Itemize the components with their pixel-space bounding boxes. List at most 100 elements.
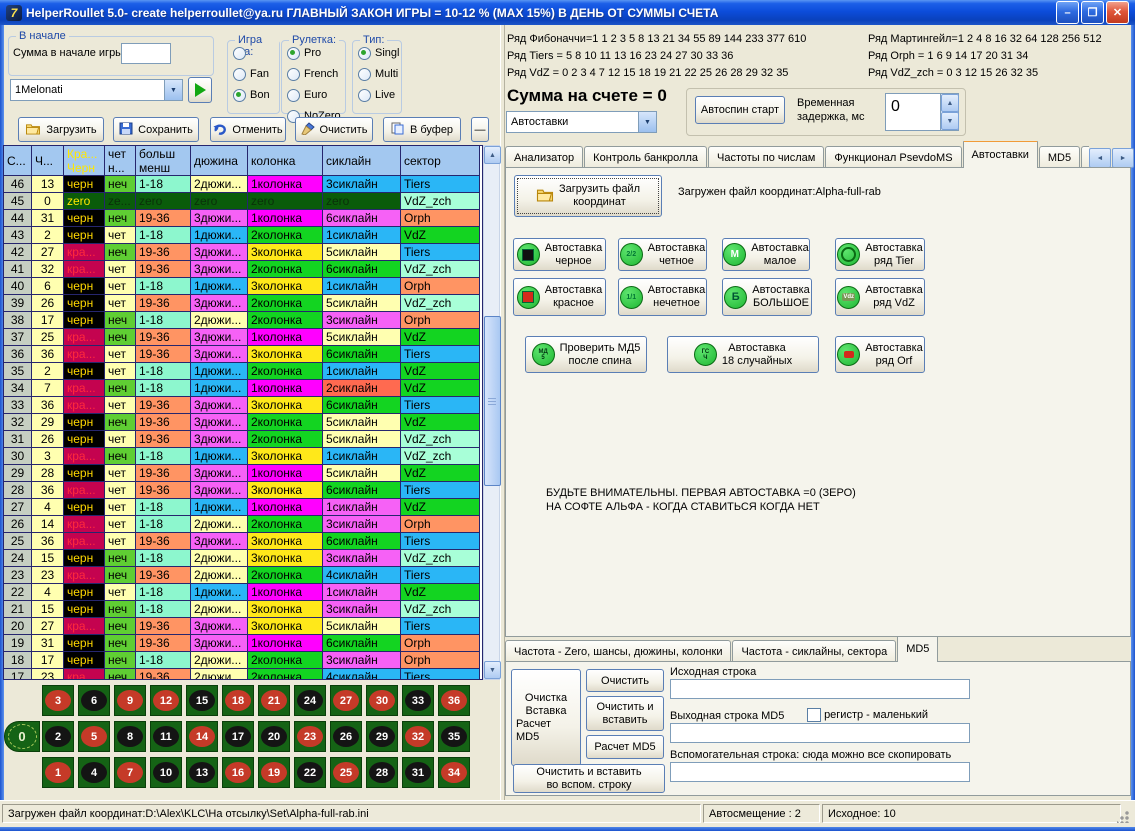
start-sum-input[interactable] [121,43,171,64]
tab-scroll-left-icon[interactable]: ◄ [1089,148,1111,168]
autobet-button-18-случайных[interactable]: ГСЧАвтоставка18 случайных [667,336,819,373]
board-cell[interactable]: 10 [150,757,182,788]
radio-option-Singl[interactable]: Singl [358,44,401,62]
table-row[interactable]: 432чернчет1-181дюжи...2колонка1сиклайнVd… [4,227,482,244]
autobet-button-БОЛЬШОЕ[interactable]: БАвтоставкаБОЛЬШОЕ [722,278,812,316]
table-row[interactable]: 3725кра...неч19-363дюжи...1колонка5сикла… [4,329,482,346]
scroll-down-icon[interactable]: ▼ [484,661,501,679]
table-row[interactable]: 2614кра...чет1-182дюжи...2колонка3сиклай… [4,516,482,533]
board-cell[interactable]: 34 [438,757,470,788]
action-button-3[interactable]: Отменить [210,117,286,142]
board-cell[interactable]: 16 [222,757,254,788]
tab-7[interactable]: Делени [1081,146,1089,168]
radio-option-Multi[interactable]: Multi [358,65,401,83]
autobet-button-черное[interactable]: Автоставкачерное [513,238,606,271]
delay-spinner[interactable]: 0 ▲ ▼ [885,93,959,131]
board-cell[interactable]: 2 [42,721,74,752]
table-row[interactable]: 2415черннеч1-182дюжи...3колонка3сиклайнV… [4,550,482,567]
table-row[interactable]: 3126чернчет19-363дюжи...2колонка5сиклайн… [4,431,482,448]
clear-paste-calc-md5-button[interactable]: Очистка Вставка Расчет MD5 [511,669,581,766]
board-cell[interactable]: 7 [114,757,146,788]
tab-1[interactable]: Анализатор [505,146,583,168]
case-checkbox[interactable]: регистр - маленький [807,708,928,722]
radio-icon[interactable] [358,89,371,102]
table-row[interactable]: 4613черннеч1-182дюжи...1колонка3сиклайнT… [4,176,482,193]
table-row[interactable]: 1817черннеч1-182дюжи...2колонка3сиклайнO… [4,652,482,669]
radio-option-French[interactable]: French [287,65,345,83]
output-string-input[interactable] [670,723,970,743]
chevron-down-icon[interactable]: ▼ [638,112,656,132]
board-cell[interactable]: 25 [330,757,362,788]
board-cell[interactable]: 21 [258,685,290,716]
board-cell[interactable]: 1 [42,757,74,788]
board-cell[interactable]: 23 [294,721,326,752]
calc-md5-button[interactable]: Расчет MD5 [586,735,664,759]
table-scrollbar[interactable]: ▲ ▼ [483,145,500,680]
source-string-input[interactable] [670,679,970,699]
tab-5[interactable]: Автоставки [963,141,1038,168]
board-cell[interactable]: 20 [258,721,290,752]
table-row[interactable]: 3636кра...чет19-363дюжи...3колонка6сикла… [4,346,482,363]
table-row[interactable]: 2115черннеч1-182дюжи...3колонка3сиклайнV… [4,601,482,618]
autospin-start-button[interactable]: Автоспин старт [695,96,785,124]
table-row[interactable]: 3229черннеч19-363дюжи...2колонка5сиклайн… [4,414,482,431]
close-button[interactable]: ✕ [1106,1,1129,24]
autobet-button-после-спина[interactable]: МД5Проверить МД5после спина [525,336,647,373]
board-cell[interactable]: 30 [366,685,398,716]
table-row[interactable]: 352чернчет1-181дюжи...2колонка1сиклайнVd… [4,363,482,380]
board-cell[interactable]: 19 [258,757,290,788]
board-cell[interactable]: 22 [294,757,326,788]
clear-button[interactable]: Очистить [586,669,664,692]
action-button-6[interactable]: — [471,117,489,142]
spinner-up-icon[interactable]: ▲ [941,94,959,112]
radio-icon[interactable] [233,68,246,81]
tab-3[interactable]: Частоты по числам [708,146,824,168]
board-cell[interactable]: 36 [438,685,470,716]
board-cell[interactable]: 6 [78,685,110,716]
board-cell[interactable]: 9 [114,685,146,716]
board-cell[interactable]: 12 [150,685,182,716]
table-row[interactable]: 1931черннеч19-363дюжи...1колонка6сиклайн… [4,635,482,652]
board-cell[interactable]: 13 [186,757,218,788]
resize-grip[interactable] [1117,811,1129,823]
table-row[interactable]: 4227кра...неч19-363дюжи...3колонка5сикла… [4,244,482,261]
load-coords-file-button[interactable]: Загрузить файл координат [514,175,662,217]
autobet-button-красное[interactable]: Автоставкакрасное [513,278,606,316]
table-row[interactable]: 347кра...неч1-181дюжи...1колонка2сиклайн… [4,380,482,397]
action-button-2[interactable]: Сохранить [113,117,199,142]
tab-4[interactable]: Функционал PsevdoMS [825,146,961,168]
radio-option-Bon[interactable]: Bon [233,86,279,104]
freq-tab-1[interactable]: Частота - Zero, шансы, дюжины, колонки [505,640,731,662]
board-cell[interactable]: 8 [114,721,146,752]
board-cell[interactable]: 31 [402,757,434,788]
autobet-button-ряд-Orf[interactable]: Автоставкаряд Orf [835,336,925,373]
radio-icon[interactable] [358,68,371,81]
scroll-up-icon[interactable]: ▲ [484,146,501,164]
checkbox-icon[interactable] [807,708,821,722]
results-table[interactable]: С...Ч...Кра...Чернчетн...большменшдюжина… [3,145,483,680]
chevron-down-icon[interactable]: ▼ [164,80,182,100]
table-row[interactable]: 2323кра...неч19-362дюжи...2колонка4сикла… [4,567,482,584]
table-row[interactable]: 3817черннеч1-182дюжи...2колонка3сиклайнO… [4,312,482,329]
tab-6[interactable]: MD5 [1039,146,1080,168]
board-cell[interactable]: 11 [150,721,182,752]
board-cell[interactable]: 17 [222,721,254,752]
tab-scroll-right-icon[interactable]: ► [1112,148,1134,168]
freq-tab-2[interactable]: Частота - сиклайны, сектора [732,640,896,662]
board-cell[interactable]: 4 [78,757,110,788]
board-cell[interactable]: 14 [186,721,218,752]
table-row[interactable]: 2836кра...чет19-363дюжи...3колонка6сикла… [4,482,482,499]
table-row[interactable]: 2928чернчет19-363дюжи...1колонка5сиклайн… [4,465,482,482]
minimize-button[interactable]: – [1056,1,1079,24]
table-row[interactable]: 406чернчет1-181дюжи...3колонка1сиклайнOr… [4,278,482,295]
action-button-5[interactable]: В буфер [383,117,461,142]
board-cell[interactable]: 24 [294,685,326,716]
board-cell[interactable]: 33 [402,685,434,716]
board-cell[interactable]: 29 [366,721,398,752]
radio-option-Fan[interactable]: Fan [233,65,279,83]
play-button[interactable] [188,77,212,103]
table-row[interactable]: 4431черннеч19-363дюжи...1колонка6сиклайн… [4,210,482,227]
action-button-4[interactable]: Очистить [295,117,373,142]
radio-icon[interactable] [287,47,300,60]
radio-icon[interactable] [287,68,300,81]
